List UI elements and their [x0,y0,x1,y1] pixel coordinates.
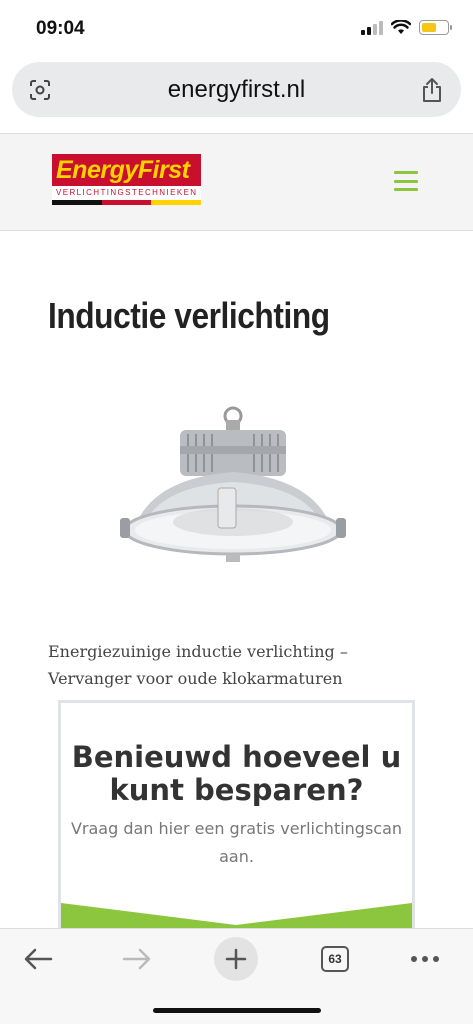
cta-title: Benieuwd hoeveel u kunt besparen? [71,740,402,807]
cellular-signal-icon [361,20,383,35]
url-text[interactable]: energyfirst.nl [168,76,305,104]
status-time: 09:04 [36,18,85,39]
back-button[interactable] [16,937,60,981]
intro-text: Energiezuinige inductie verlichting – Ve… [48,642,348,688]
status-bar: 09:04 [0,0,473,60]
logo-tagline: VERLICHTINGSTECHNIEKEN [52,186,201,200]
forward-button[interactable] [115,937,159,981]
more-button[interactable] [403,937,447,981]
share-icon[interactable] [421,77,443,103]
browser-toolbar: 63 [0,928,473,1024]
tab-count: 63 [321,946,349,972]
arrow-right-icon [122,948,151,970]
home-indicator [153,1008,321,1013]
site-header: EnergyFirst VERLICHTINGSTECHNIEKEN [0,133,473,231]
logo-wordmark: EnergyFirst [52,154,201,186]
cta-subtitle: Vraag dan hier een gratis verlichtingsca… [70,819,403,866]
plus-icon [225,948,247,970]
battery-icon [419,20,452,35]
arrow-left-icon [24,948,53,970]
new-tab-button[interactable] [214,937,258,981]
induction-lamp-image [120,406,346,562]
tabs-button[interactable]: 63 [313,937,357,981]
screenshot-lens-icon[interactable] [28,78,52,102]
savings-cta-card[interactable]: Benieuwd hoeveel u kunt besparen? Vraag … [58,700,415,940]
more-dots-icon [411,956,439,962]
address-bar[interactable]: energyfirst.nl [12,62,461,117]
status-icons [361,20,452,35]
hamburger-icon[interactable] [394,171,418,191]
page-title: Inductie verlichting [48,295,330,336]
logo-stripe [52,200,202,205]
wifi-icon [391,20,411,34]
energyfirst-logo[interactable]: EnergyFirst VERLICHTINGSTECHNIEKEN [52,154,202,210]
